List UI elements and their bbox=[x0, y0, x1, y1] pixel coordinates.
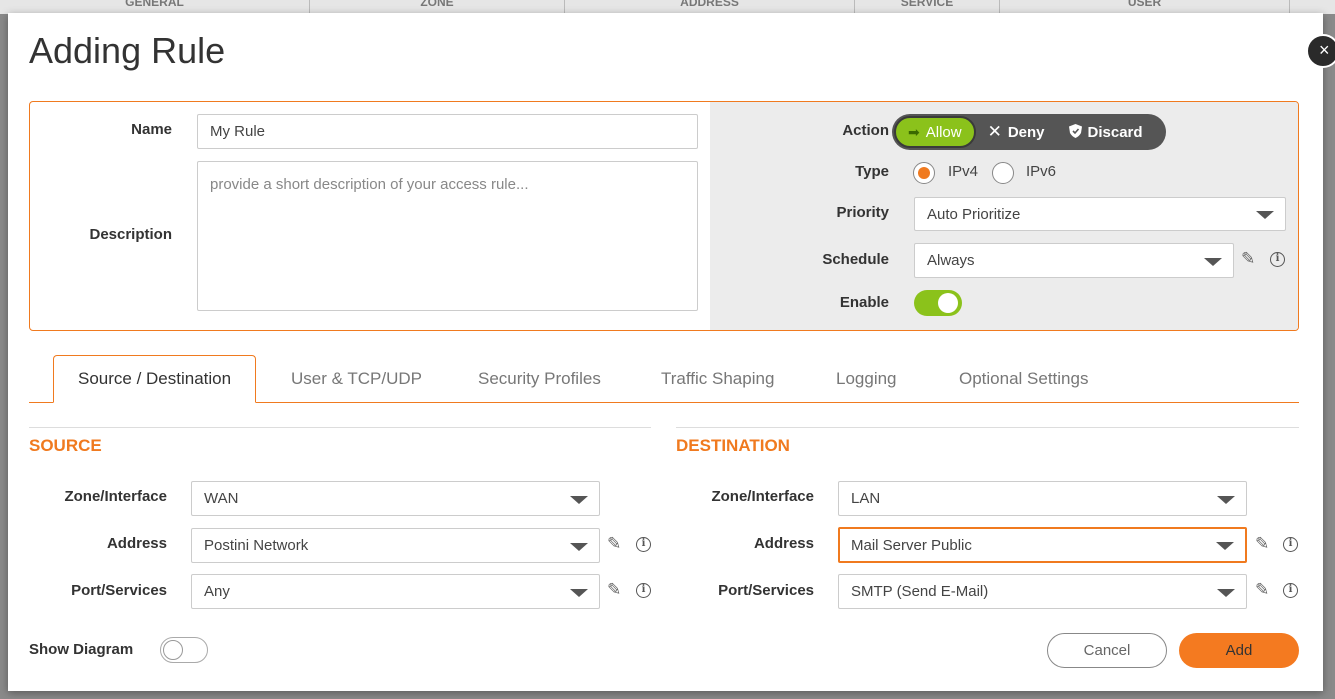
tab-logging[interactable]: Logging bbox=[836, 355, 897, 403]
enable-label: Enable bbox=[839, 294, 889, 311]
toggle-knob bbox=[163, 640, 183, 660]
column-header-address: ADDRESS bbox=[565, 0, 855, 14]
tab-user-tcp-udp[interactable]: User & TCP/UDP bbox=[291, 355, 422, 403]
chevron-down-icon bbox=[1217, 495, 1235, 504]
destination-port-value: SMTP (Send E-Mail) bbox=[851, 583, 989, 600]
column-header-zone: ZONE bbox=[310, 0, 565, 14]
shield-icon bbox=[1068, 123, 1082, 141]
column-header-user: USER bbox=[1000, 0, 1290, 14]
destination-address-select[interactable]: Mail Server Public bbox=[838, 527, 1247, 563]
schedule-select[interactable]: Always bbox=[914, 243, 1234, 278]
allow-label: Allow bbox=[925, 123, 962, 141]
show-diagram-toggle[interactable] bbox=[160, 637, 208, 663]
enable-toggle[interactable] bbox=[914, 290, 962, 316]
source-port-select[interactable]: Any bbox=[191, 574, 600, 609]
destination-address-value: Mail Server Public bbox=[851, 536, 972, 554]
destination-port-edit-pencil-icon[interactable]: ✎ bbox=[1255, 580, 1269, 600]
source-port-edit-pencil-icon[interactable]: ✎ bbox=[607, 580, 621, 600]
chevron-down-icon bbox=[1256, 211, 1274, 219]
schedule-info-icon[interactable]: i bbox=[1270, 252, 1285, 267]
deny-label: Deny bbox=[1007, 123, 1045, 141]
destination-port-info-icon[interactable]: i bbox=[1283, 583, 1298, 598]
source-address-select[interactable]: Postini Network bbox=[191, 528, 600, 563]
destination-address-edit-pencil-icon[interactable]: ✎ bbox=[1255, 534, 1269, 554]
chevron-down-icon bbox=[1216, 542, 1234, 550]
arrow-right-icon: ➡ bbox=[908, 123, 920, 140]
destination-zone-value: LAN bbox=[851, 490, 881, 507]
chevron-down-icon bbox=[570, 588, 588, 597]
action-deny-button[interactable]: ✕ Deny bbox=[988, 114, 1045, 150]
discard-label: Discard bbox=[1087, 123, 1143, 141]
type-label: Type bbox=[855, 163, 889, 180]
schedule-label: Schedule bbox=[822, 251, 889, 268]
action-allow-button[interactable]: ➡ Allow bbox=[894, 116, 976, 148]
name-input[interactable]: My Rule bbox=[197, 114, 698, 149]
tab-source-destination[interactable]: Source / Destination bbox=[53, 355, 257, 403]
action-label: Action bbox=[842, 122, 889, 139]
destination-port-select[interactable]: SMTP (Send E-Mail) bbox=[838, 574, 1247, 609]
background-table-header: GENERAL ZONE ADDRESS SERVICE USER bbox=[0, 0, 1335, 14]
destination-zone-label: Zone/Interface bbox=[711, 488, 814, 505]
tab-traffic-shaping[interactable]: Traffic Shaping bbox=[661, 355, 774, 403]
adding-rule-dialog: Adding Rule Name My Rule Description pro… bbox=[8, 13, 1323, 691]
destination-port-label: Port/Services bbox=[718, 582, 814, 599]
destination-address-label: Address bbox=[753, 535, 814, 552]
source-zone-select[interactable]: WAN bbox=[191, 481, 600, 516]
destination-address-info-icon[interactable]: i bbox=[1283, 537, 1298, 552]
description-label: Description bbox=[89, 226, 172, 243]
chevron-down-icon bbox=[1217, 588, 1235, 597]
source-port-label: Port/Services bbox=[71, 582, 167, 599]
source-port-value: Any bbox=[204, 583, 230, 600]
source-address-label: Address bbox=[106, 535, 167, 552]
name-label: Name bbox=[131, 121, 172, 138]
action-discard-button[interactable]: Discard bbox=[1068, 114, 1143, 150]
tab-optional-settings[interactable]: Optional Settings bbox=[959, 355, 1088, 403]
column-header-service: SERVICE bbox=[855, 0, 1000, 14]
ipv6-label: IPv6 bbox=[1026, 163, 1057, 180]
close-icon[interactable]: × bbox=[1306, 34, 1335, 68]
chevron-down-icon bbox=[1204, 257, 1222, 266]
cancel-button[interactable]: Cancel bbox=[1047, 633, 1167, 668]
action-segmented-control: ➡ Allow ✕ Deny Discard bbox=[892, 114, 1166, 150]
destination-section-rule bbox=[676, 427, 1299, 428]
dialog-title: Adding Rule bbox=[29, 30, 226, 71]
chevron-down-icon bbox=[570, 542, 588, 551]
schedule-value: Always bbox=[927, 252, 975, 269]
add-button[interactable]: Add bbox=[1179, 633, 1299, 668]
priority-select[interactable]: Auto Prioritize bbox=[914, 197, 1286, 231]
schedule-edit-pencil-icon[interactable]: ✎ bbox=[1241, 249, 1255, 269]
source-section-title: SOURCE bbox=[29, 436, 102, 455]
ipv4-label: IPv4 bbox=[948, 163, 979, 180]
source-port-info-icon[interactable]: i bbox=[636, 583, 651, 598]
destination-zone-select[interactable]: LAN bbox=[838, 481, 1247, 516]
x-icon: ✕ bbox=[987, 122, 1002, 141]
source-address-edit-pencil-icon[interactable]: ✎ bbox=[607, 534, 621, 554]
priority-value: Auto Prioritize bbox=[927, 205, 1021, 223]
description-textarea[interactable]: provide a short description of your acce… bbox=[197, 161, 698, 311]
destination-section-title: DESTINATION bbox=[676, 436, 790, 455]
show-diagram-label: Show Diagram bbox=[29, 641, 134, 658]
toggle-knob bbox=[938, 293, 958, 313]
chevron-down-icon bbox=[570, 495, 588, 504]
source-address-info-icon[interactable]: i bbox=[636, 537, 651, 552]
priority-label: Priority bbox=[836, 204, 889, 221]
column-header-general: GENERAL bbox=[0, 0, 310, 14]
source-zone-value: WAN bbox=[204, 490, 239, 507]
source-zone-label: Zone/Interface bbox=[64, 488, 167, 505]
ipv6-radio[interactable] bbox=[992, 162, 1014, 184]
source-section-rule bbox=[29, 427, 651, 428]
tab-security-profiles[interactable]: Security Profiles bbox=[478, 355, 601, 403]
ipv4-radio[interactable] bbox=[913, 162, 935, 184]
source-address-value: Postini Network bbox=[204, 537, 309, 554]
